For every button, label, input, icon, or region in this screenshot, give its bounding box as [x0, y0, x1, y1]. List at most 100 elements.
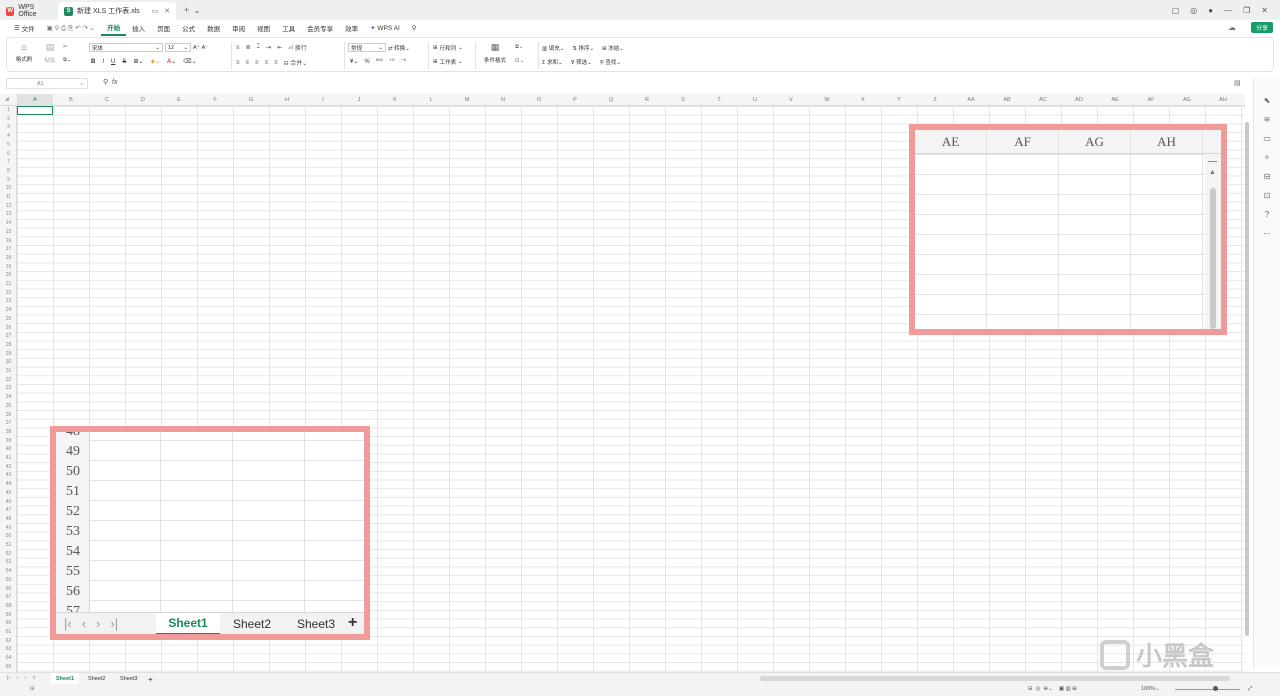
- close-window-icon[interactable]: ✕: [1261, 6, 1268, 15]
- worksheet-button[interactable]: ⊞ 工作表 ⌄: [433, 58, 463, 66]
- font-color-icon[interactable]: A⌄: [167, 58, 176, 65]
- column-header-p[interactable]: P: [557, 94, 593, 106]
- column-header-r[interactable]: R: [629, 94, 665, 106]
- zoom-formula-icon[interactable]: ⚲: [103, 79, 108, 86]
- expand-formula-icon[interactable]: ▤: [1234, 79, 1241, 87]
- sort-button[interactable]: ⇅ 排序⌄: [572, 44, 594, 52]
- row-header-16[interactable]: 16: [0, 238, 17, 244]
- next-sheet-icon[interactable]: ›: [24, 675, 26, 681]
- row-header-29[interactable]: 29: [0, 351, 17, 357]
- row-header-6[interactable]: 6: [0, 151, 17, 157]
- number-format-select[interactable]: 常规 ⌄: [348, 43, 386, 52]
- column-header-q[interactable]: Q: [593, 94, 629, 106]
- menu-formula[interactable]: 公式: [176, 20, 201, 36]
- row-header-50[interactable]: 50: [0, 533, 17, 539]
- skin-icon[interactable]: ◎: [1190, 6, 1197, 15]
- row-header-42[interactable]: 42: [0, 464, 17, 470]
- maximize-icon[interactable]: ❐: [1243, 6, 1250, 15]
- column-header-f[interactable]: F: [197, 94, 233, 106]
- row-header-26[interactable]: 26: [0, 325, 17, 331]
- menu-page[interactable]: 页面: [151, 20, 176, 36]
- row-header-12[interactable]: 12: [0, 203, 17, 209]
- row-header-4[interactable]: 4: [0, 133, 17, 139]
- underline-button[interactable]: U: [111, 59, 115, 65]
- chevron-down-icon[interactable]: ⌄: [193, 5, 201, 16]
- column-header-n[interactable]: N: [485, 94, 521, 106]
- align-left-icon[interactable]: ≡: [236, 60, 240, 66]
- row-header-34[interactable]: 34: [0, 394, 17, 400]
- share-button[interactable]: 分享: [1250, 22, 1273, 33]
- row-header-59[interactable]: 59: [0, 612, 17, 618]
- outdent-icon[interactable]: ⇤: [277, 44, 282, 51]
- row-header-17[interactable]: 17: [0, 246, 17, 252]
- sum-button[interactable]: Σ 求和⌄: [542, 58, 563, 66]
- column-header-ag[interactable]: AG: [1169, 94, 1205, 106]
- macro-icon[interactable]: ⊡: [30, 686, 35, 692]
- close-tab-icon[interactable]: ✕: [164, 7, 170, 15]
- column-header-ab[interactable]: AB: [989, 94, 1025, 106]
- row-col-button[interactable]: ⊞ 行和列 ⌄: [433, 44, 463, 52]
- row-header-36[interactable]: 36: [0, 412, 17, 418]
- row-header-28[interactable]: 28: [0, 342, 17, 348]
- column-header-a[interactable]: A: [17, 94, 53, 106]
- row-header-15[interactable]: 15: [0, 229, 17, 235]
- tab-document[interactable]: S 新建 XLS 工作表.xls ▭ ✕: [58, 2, 176, 20]
- row-header-23[interactable]: 23: [0, 298, 17, 304]
- row-header-1[interactable]: 1: [0, 107, 17, 113]
- border-icon[interactable]: ⊞⌄: [133, 58, 143, 65]
- horizontal-scrollbar[interactable]: [760, 676, 1230, 681]
- tab-wps-office[interactable]: W WPS Office: [0, 2, 58, 20]
- column-header-s[interactable]: S: [665, 94, 701, 106]
- row-header-56[interactable]: 56: [0, 586, 17, 592]
- column-header-b[interactable]: B: [53, 94, 89, 106]
- avatar[interactable]: ●: [1208, 6, 1213, 15]
- row-header-49[interactable]: 49: [0, 525, 17, 531]
- row-header-48[interactable]: 48: [0, 516, 17, 522]
- copy-icon[interactable]: ⧉⌄: [63, 57, 72, 64]
- row-header-32[interactable]: 32: [0, 377, 17, 383]
- column-header-ad[interactable]: AD: [1061, 94, 1097, 106]
- row-header-19[interactable]: 19: [0, 264, 17, 270]
- column-header-h[interactable]: H: [269, 94, 305, 106]
- currency-button[interactable]: ¥⌄: [350, 58, 358, 65]
- row-header-30[interactable]: 30: [0, 359, 17, 365]
- freeze-button[interactable]: ⊞ 冻结⌄: [602, 44, 624, 52]
- row-header-27[interactable]: 27: [0, 333, 17, 339]
- menu-file[interactable]: ☰ 文件: [8, 20, 41, 36]
- transform-icon[interactable]: ⊡: [1264, 191, 1271, 200]
- menu-wps-ai[interactable]: ✦ WPS AI: [364, 20, 406, 36]
- comment-icon[interactable]: ▭: [1263, 134, 1271, 143]
- row-header-5[interactable]: 5: [0, 142, 17, 148]
- menu-tools[interactable]: 工具: [276, 20, 301, 36]
- row-header-52[interactable]: 52: [0, 551, 17, 557]
- font-name-select[interactable]: 宋体 ⌄: [89, 43, 163, 52]
- row-header-7[interactable]: 7: [0, 159, 17, 165]
- decrease-decimal-icon[interactable]: ⁻⁰: [401, 58, 407, 65]
- column-header-z[interactable]: Z: [917, 94, 953, 106]
- align-middle-icon[interactable]: ≣: [246, 44, 251, 51]
- paste-button[interactable]: ▤ 粘贴: [39, 42, 61, 64]
- row-header-53[interactable]: 53: [0, 559, 17, 565]
- column-header-u[interactable]: U: [737, 94, 773, 106]
- first-sheet-icon[interactable]: |‹: [7, 675, 10, 681]
- column-header-m[interactable]: M: [449, 94, 485, 106]
- column-header-w[interactable]: W: [809, 94, 845, 106]
- row-header-40[interactable]: 40: [0, 446, 17, 452]
- row-header-41[interactable]: 41: [0, 455, 17, 461]
- cloud-icon[interactable]: ☁: [1228, 23, 1236, 32]
- align-right-icon[interactable]: ≡: [255, 60, 259, 66]
- column-header-v[interactable]: V: [773, 94, 809, 106]
- selected-cell[interactable]: [17, 106, 53, 115]
- row-header-57[interactable]: 57: [0, 594, 17, 600]
- column-header-af[interactable]: AF: [1133, 94, 1169, 106]
- menu-member[interactable]: 会员专享: [301, 20, 339, 36]
- vertical-scrollbar[interactable]: [1244, 108, 1250, 668]
- align-bottom-icon[interactable]: ⌶: [257, 44, 261, 51]
- decrease-font-icon[interactable]: A⁻: [202, 45, 209, 51]
- row-header-55[interactable]: 55: [0, 577, 17, 583]
- column-header-y[interactable]: Y: [881, 94, 917, 106]
- thousands-icon[interactable]: ⁰⁰⁰: [376, 58, 383, 65]
- row-header-37[interactable]: 37: [0, 420, 17, 426]
- vertical-scrollbar-thumb[interactable]: [1245, 122, 1249, 636]
- menu-view[interactable]: 视图: [251, 20, 276, 36]
